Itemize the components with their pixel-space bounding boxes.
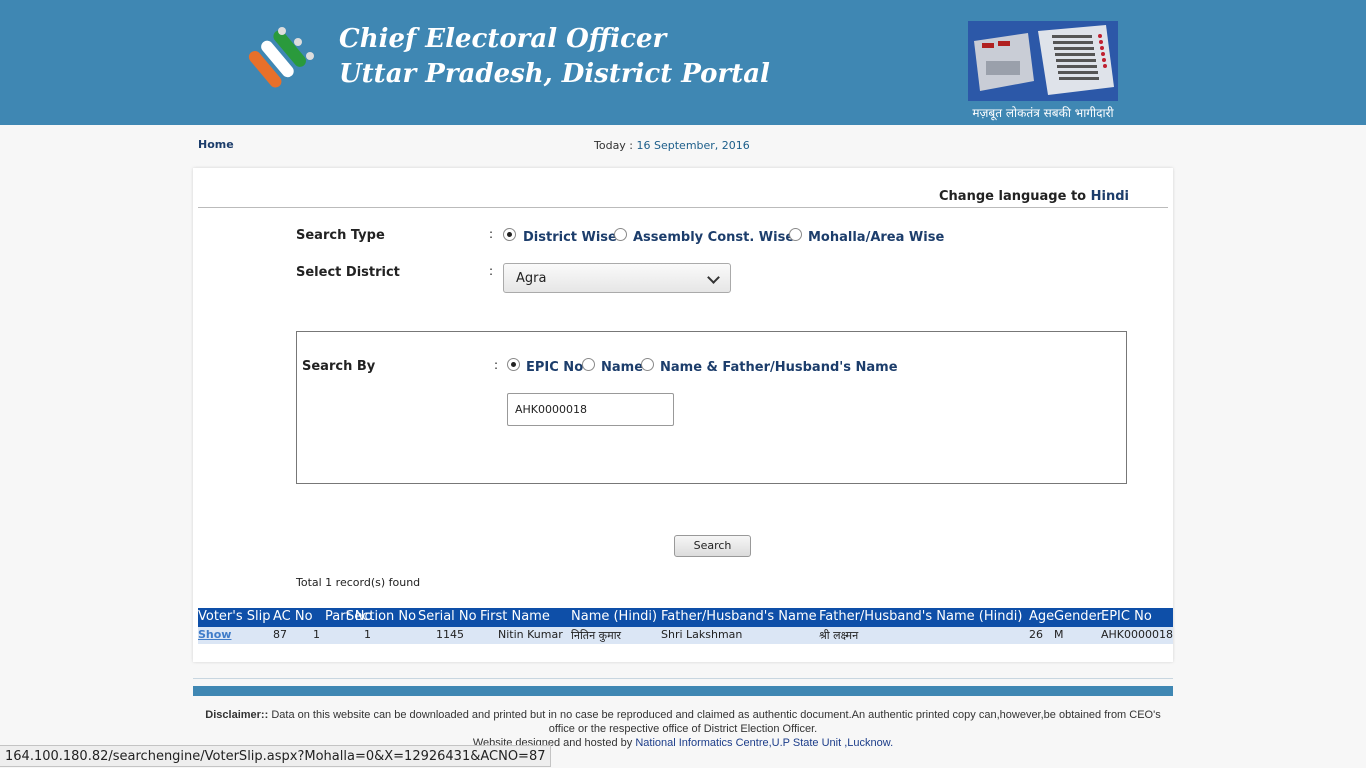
total-records: Total 1 record(s) found	[296, 576, 421, 589]
footer-divider	[193, 678, 1173, 679]
disclaimer-label: Disclaimer::	[205, 709, 269, 721]
chevron-down-icon	[707, 271, 720, 284]
col-ac-no: AC No	[273, 609, 313, 624]
home-link[interactable]: Home	[198, 138, 234, 151]
disclaimer-text: Data on this website can be downloaded a…	[271, 709, 1161, 735]
select-district-label: Select District	[296, 265, 400, 280]
cell-father-name: Shri Lakshman	[661, 628, 743, 641]
footer-bar	[193, 686, 1173, 696]
radio-name-father[interactable]	[641, 358, 654, 371]
col-father-name-hindi: Father/Husband's Name (Hindi)	[819, 609, 1023, 624]
today-value: 16 September, 2016	[636, 139, 750, 152]
cell-age: 26	[1029, 628, 1043, 641]
radio-mohalla-wise-label[interactable]: Mohalla/Area Wise	[808, 230, 944, 245]
evm-machine-icon	[968, 21, 1118, 101]
cell-ac-no: 87	[273, 628, 287, 641]
search-by-box: Search By : EPIC No Name Name & Father/H…	[296, 331, 1127, 484]
cell-part-no: 1	[313, 628, 320, 641]
radio-name-label[interactable]: Name	[601, 360, 643, 375]
search-type-label: Search Type	[296, 228, 385, 243]
radio-name-father-label[interactable]: Name & Father/Husband's Name	[660, 360, 898, 375]
tagline: मज़बूत लोकतंत्र सबकी भागीदारी	[972, 106, 1114, 120]
status-bar-url: 164.100.180.82/searchengine/VoterSlip.as…	[0, 745, 552, 767]
hindi-language-link[interactable]: Hindi	[1091, 189, 1129, 204]
col-serial-no: Serial No	[418, 609, 477, 624]
site-header: Chief Electoral Officer Uttar Pradesh, D…	[0, 0, 1366, 125]
col-father-name: Father/Husband's Name	[661, 609, 817, 624]
col-section-no: Section No	[346, 609, 417, 624]
radio-mohalla-wise[interactable]	[789, 228, 802, 241]
site-title-line1: Chief Electoral Officer	[339, 24, 667, 54]
disclaimer: Disclaimer:: Data on this website can be…	[193, 708, 1173, 750]
cell-name-hindi: नितिन कुमार	[571, 629, 622, 642]
radio-epic-no[interactable]	[507, 358, 520, 371]
col-gender: Gender	[1054, 609, 1102, 624]
radio-assembly-wise-label[interactable]: Assembly Const. Wise	[633, 230, 794, 245]
site-title-line2: Uttar Pradesh, District Portal	[339, 59, 770, 89]
col-epic-no: EPIC No	[1101, 609, 1152, 624]
radio-epic-no-label[interactable]: EPIC No	[526, 360, 583, 375]
radio-district-wise-label[interactable]: District Wise	[523, 230, 617, 245]
divider	[198, 207, 1168, 208]
change-language-label: Change language to	[939, 189, 1087, 204]
search-panel: Change language to Hindi Search Type : D…	[193, 168, 1173, 662]
col-age: Age	[1029, 609, 1055, 624]
change-language: Change language to Hindi	[939, 189, 1129, 204]
epic-no-input[interactable]: AHK0000018	[507, 393, 674, 426]
district-select[interactable]: Agra	[503, 263, 731, 293]
cell-section-no: 1	[364, 628, 371, 641]
cell-serial-no: 1145	[436, 628, 464, 641]
cell-first-name: Nitin Kumar	[498, 628, 563, 641]
colon: :	[489, 264, 494, 278]
today-date: Today : 16 September, 2016	[594, 139, 750, 152]
table-row: Show 87 1 1 1145 Nitin Kumar नितिन कुमार…	[198, 627, 1173, 644]
eci-logo-icon	[248, 27, 314, 88]
col-first-name: First Name	[480, 609, 550, 624]
radio-name[interactable]	[582, 358, 595, 371]
today-label: Today :	[594, 139, 634, 152]
colon: :	[489, 227, 494, 241]
cell-gender: M	[1054, 628, 1064, 641]
search-by-label: Search By	[302, 359, 376, 374]
colon: :	[494, 358, 499, 372]
col-voters-slip: Voter's Slip	[198, 609, 271, 624]
col-name-hindi: Name (Hindi)	[571, 609, 658, 624]
show-slip-link[interactable]: Show	[198, 628, 231, 641]
table-header: Voter's Slip AC No Part No Section No Se…	[198, 608, 1173, 627]
cell-epic-no: AHK0000018	[1101, 628, 1173, 641]
cell-father-name-hindi: श्री लक्ष्मन	[819, 629, 859, 642]
radio-assembly-wise[interactable]	[614, 228, 627, 241]
district-select-value: Agra	[516, 271, 547, 286]
nic-link[interactable]: National Informatics Centre,U.P State Un…	[635, 737, 893, 749]
radio-district-wise[interactable]	[503, 228, 516, 241]
search-button[interactable]: Search	[674, 535, 751, 557]
